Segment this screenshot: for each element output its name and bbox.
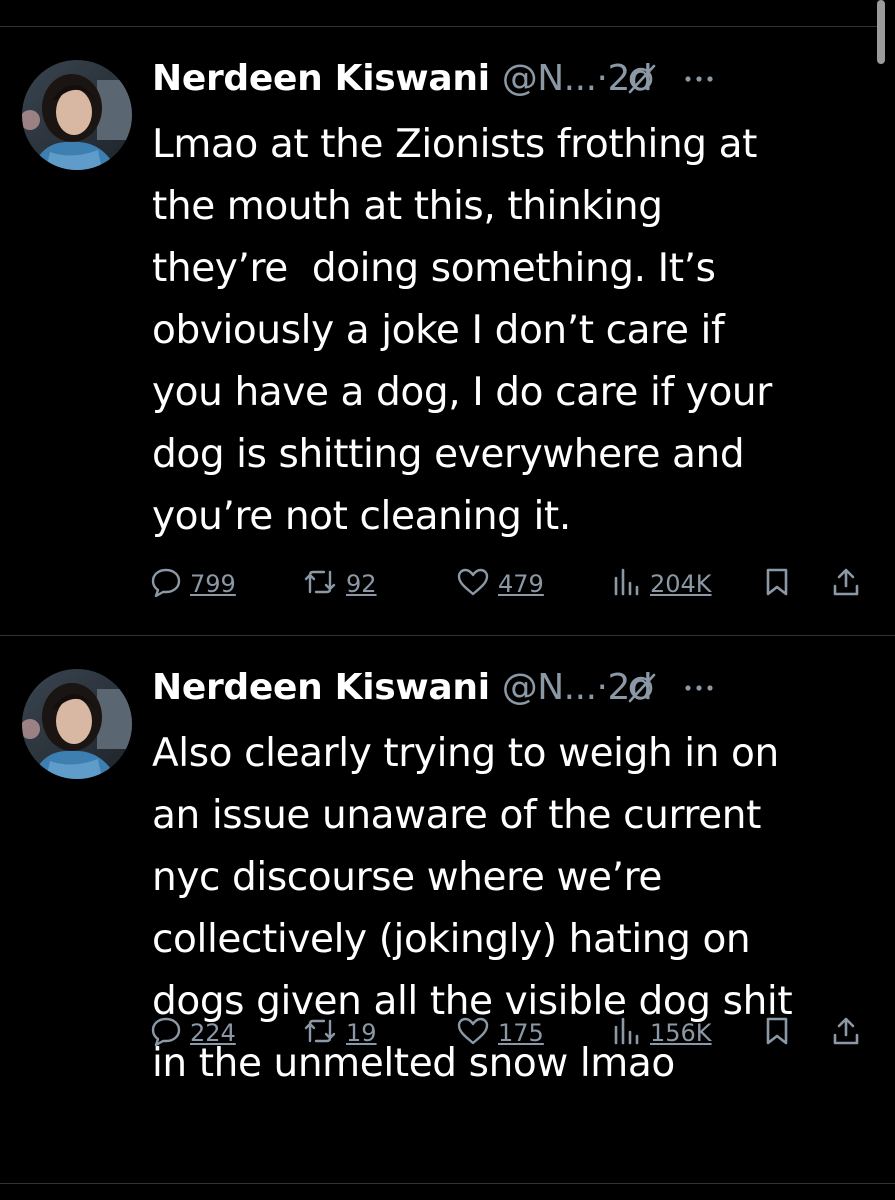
bookmark-button[interactable] [762, 564, 792, 604]
like-count: 479 [498, 570, 544, 598]
retweet-icon [302, 1015, 338, 1051]
like-button[interactable]: 175 [456, 1013, 544, 1053]
avatar[interactable] [22, 60, 132, 170]
grok-icon[interactable] [624, 62, 658, 100]
tweet-divider [0, 635, 895, 636]
bookmark-icon [762, 566, 792, 602]
reply-button[interactable]: 799 [150, 564, 236, 604]
like-icon [456, 566, 490, 602]
top-divider [0, 26, 880, 27]
tweet-text: Lmao at the Zionists frothing at the mou… [152, 122, 772, 539]
scrollbar[interactable] [877, 0, 885, 64]
reply-button[interactable]: 224 [150, 1013, 236, 1053]
header-icons [624, 671, 720, 705]
reply-count: 799 [190, 570, 236, 598]
share-icon [830, 1015, 862, 1051]
bookmark-button[interactable] [762, 1013, 792, 1053]
author-handle[interactable]: @N... [502, 667, 597, 708]
views-count: 156K [650, 1019, 712, 1047]
header-icons [624, 62, 720, 96]
more-icon[interactable] [682, 671, 716, 709]
views-icon [610, 1015, 642, 1051]
views-count: 204K [650, 570, 712, 598]
views-icon [610, 566, 642, 602]
grok-icon[interactable] [624, 671, 658, 709]
tweet-actions: 224 19 175 156K [150, 1013, 870, 1053]
retweet-icon [302, 566, 338, 602]
tweet-header: Nerdeen Kiswani @N... ·2d [152, 661, 872, 713]
retweet-button[interactable]: 19 [302, 1013, 377, 1053]
retweet-count: 92 [346, 570, 377, 598]
share-icon [830, 566, 862, 602]
retweet-button[interactable]: 92 [302, 564, 377, 604]
tweet-actions: 799 92 479 204K [150, 564, 870, 604]
like-count: 175 [498, 1019, 544, 1047]
avatar[interactable] [22, 669, 132, 779]
views-button[interactable]: 204K [610, 564, 712, 604]
like-icon [456, 1015, 490, 1051]
retweet-count: 19 [346, 1019, 377, 1047]
bookmark-icon [762, 1015, 792, 1051]
share-button[interactable] [830, 564, 862, 604]
reply-icon [150, 566, 182, 602]
reply-count: 224 [190, 1019, 236, 1047]
tweet-header: Nerdeen Kiswani @N... ·2d [152, 52, 872, 104]
like-button[interactable]: 479 [456, 564, 544, 604]
share-button[interactable] [830, 1013, 862, 1053]
bottom-divider [0, 1183, 895, 1184]
author-name[interactable]: Nerdeen Kiswani [152, 667, 490, 708]
views-button[interactable]: 156K [610, 1013, 712, 1053]
author-name[interactable]: Nerdeen Kiswani [152, 58, 490, 99]
author-handle[interactable]: @N... [502, 58, 597, 99]
more-icon[interactable] [682, 62, 716, 100]
reply-icon [150, 1015, 182, 1051]
